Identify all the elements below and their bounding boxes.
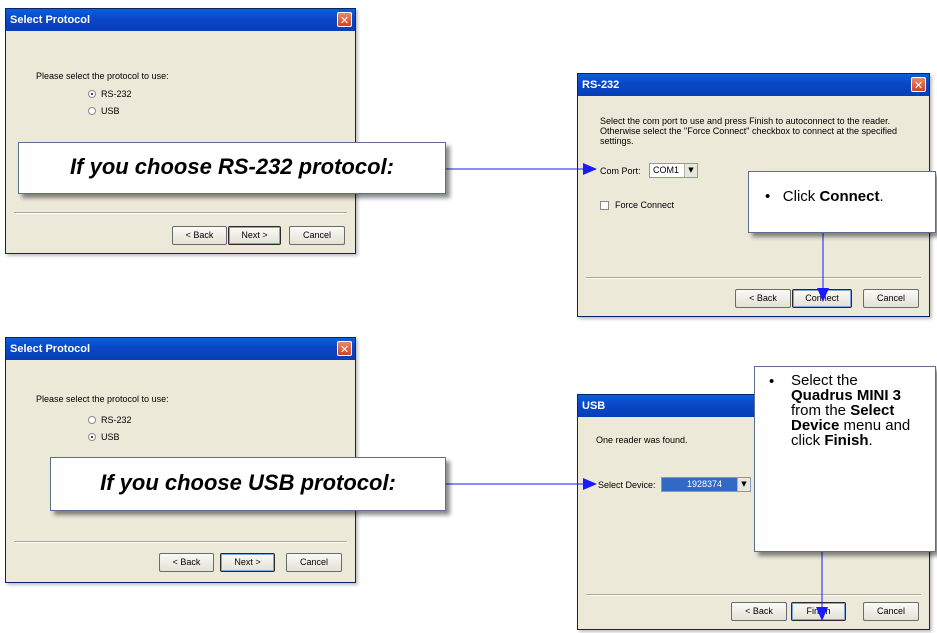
note-text: Click bbox=[782, 188, 820, 205]
bullet-icon: • bbox=[769, 373, 775, 390]
usb-callout: If you choose USB protocol: bbox=[50, 457, 446, 511]
usb-note-text: Select the Quadrus MINI 3 from the Selec… bbox=[791, 373, 911, 448]
rs232-callout-text: If you choose RS-232 protocol: bbox=[70, 154, 394, 179]
note-text: . bbox=[879, 188, 884, 205]
connect-note-text: • Click Connect. bbox=[765, 188, 884, 205]
note-bold: Finish bbox=[824, 432, 869, 449]
note-text: . bbox=[868, 432, 873, 449]
usb-callout-text: If you choose USB protocol: bbox=[100, 470, 396, 495]
usb-note: • Select the Quadrus MINI 3 from the Sel… bbox=[754, 366, 936, 552]
note-bold: Connect bbox=[819, 188, 880, 205]
rs232-callout: If you choose RS-232 protocol: bbox=[18, 142, 446, 194]
bullet-icon: • bbox=[765, 188, 771, 205]
connect-note: • Click Connect. bbox=[748, 171, 936, 233]
